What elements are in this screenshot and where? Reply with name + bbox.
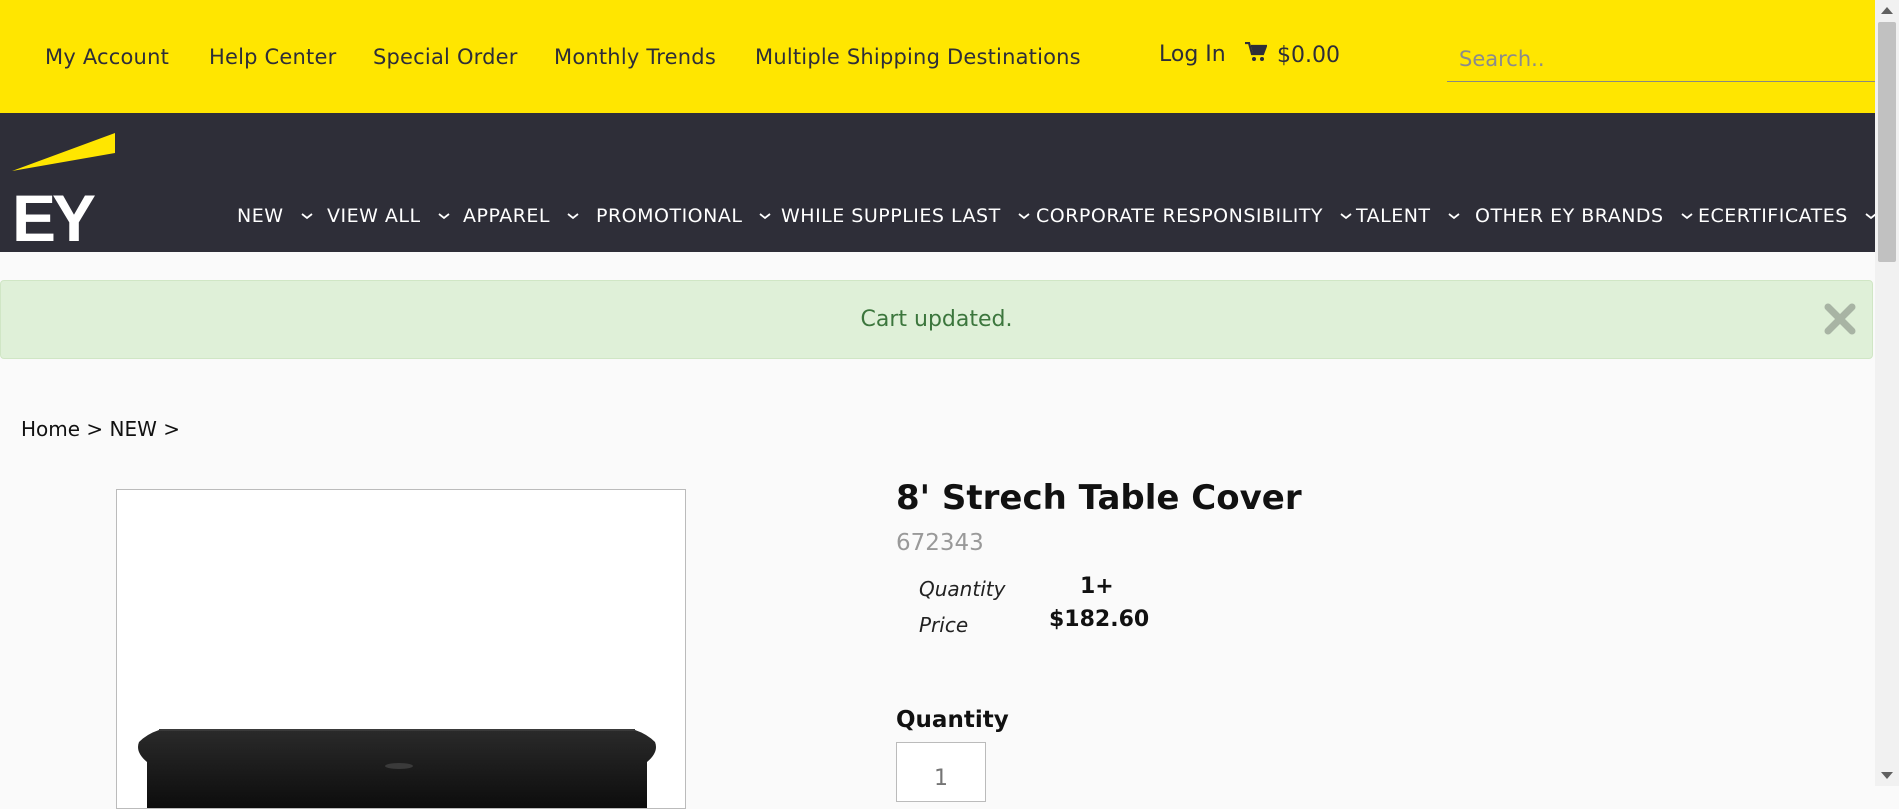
nav-item-new[interactable]: NEW bbox=[237, 205, 314, 227]
price-table-price-value: $182.60 bbox=[1049, 607, 1150, 632]
scroll-up-arrow-icon[interactable] bbox=[1881, 7, 1893, 14]
help-center-link[interactable]: Help Center bbox=[209, 45, 336, 69]
breadcrumb: Home > NEW > bbox=[21, 417, 180, 441]
table-cover-image bbox=[138, 729, 656, 808]
chevron-down-icon bbox=[759, 213, 771, 220]
special-order-link[interactable]: Special Order bbox=[373, 45, 518, 69]
nav-item-label: VIEW ALL bbox=[327, 205, 421, 227]
breadcrumb-category[interactable]: NEW bbox=[110, 417, 157, 441]
nav-item-while-supplies-last[interactable]: WHILE SUPPLIES LAST bbox=[781, 205, 1031, 227]
nav-item-talent[interactable]: TALENT bbox=[1356, 205, 1461, 227]
cart-total: $0.00 bbox=[1277, 42, 1340, 68]
ey-logo[interactable]: EY bbox=[12, 133, 117, 243]
scroll-down-arrow-icon[interactable] bbox=[1881, 772, 1893, 779]
chevron-down-icon bbox=[1447, 213, 1460, 220]
nav-item-label: WHILE SUPPLIES LAST bbox=[781, 205, 1001, 227]
chevron-down-icon bbox=[1340, 213, 1352, 220]
nav-item-apparel[interactable]: APPAREL bbox=[463, 205, 580, 227]
nav-item-label: NEW bbox=[237, 205, 284, 227]
nav-item-label: OTHER EY BRANDS bbox=[1475, 205, 1664, 227]
nav-item-view-all[interactable]: VIEW ALL bbox=[327, 205, 451, 227]
multiple-shipping-link[interactable]: Multiple Shipping Destinations bbox=[755, 45, 1081, 69]
price-table-price-label: Price bbox=[919, 613, 969, 637]
nav-item-promotional[interactable]: PROMOTIONAL bbox=[596, 205, 772, 227]
nav-item-corporate-responsibility[interactable]: CORPORATE RESPONSIBILITY bbox=[1036, 205, 1353, 227]
nav-item-other-ey-brands[interactable]: OTHER EY BRANDS bbox=[1475, 205, 1694, 227]
main-nav: EY NEW VIEW ALL APPAREL PROMOTIONAL WHIL… bbox=[0, 113, 1878, 252]
product-image[interactable] bbox=[116, 489, 686, 809]
quantity-input[interactable] bbox=[896, 742, 986, 802]
chevron-down-icon bbox=[1018, 213, 1030, 220]
monthly-trends-link[interactable]: Monthly Trends bbox=[554, 45, 716, 69]
logo-text: EY bbox=[12, 181, 95, 243]
utility-bar: My Account Help Center Special Order Mon… bbox=[0, 0, 1875, 113]
scrollbar-thumb[interactable] bbox=[1878, 22, 1896, 262]
close-icon[interactable] bbox=[1822, 301, 1858, 337]
breadcrumb-separator: > bbox=[163, 417, 181, 441]
product-title: 8' Strech Table Cover bbox=[896, 478, 1302, 518]
nav-item-label: TALENT bbox=[1356, 205, 1431, 227]
product-sku: 672343 bbox=[896, 530, 984, 556]
nav-item-ecertificates[interactable]: ECERTIFICATES bbox=[1698, 205, 1878, 227]
chevron-down-icon bbox=[1681, 213, 1693, 220]
cart-icon bbox=[1245, 41, 1268, 68]
chevron-down-icon bbox=[438, 213, 450, 220]
cart-updated-alert: Cart updated. bbox=[0, 280, 1873, 359]
nav-item-label: ECERTIFICATES bbox=[1698, 205, 1848, 227]
search-input[interactable] bbox=[1447, 36, 1875, 82]
cart-link[interactable]: $0.00 bbox=[1245, 41, 1340, 68]
alert-message: Cart updated. bbox=[860, 307, 1013, 332]
chevron-down-icon bbox=[300, 213, 313, 220]
nav-item-label: PROMOTIONAL bbox=[596, 205, 743, 227]
quantity-label: Quantity bbox=[896, 707, 1009, 733]
page-scrollbar[interactable] bbox=[1875, 0, 1899, 786]
nav-item-label: APPAREL bbox=[463, 205, 550, 227]
login-link[interactable]: Log In bbox=[1159, 42, 1226, 67]
nav-item-label: CORPORATE RESPONSIBILITY bbox=[1036, 205, 1324, 227]
breadcrumb-separator: > bbox=[86, 417, 104, 441]
price-table-quantity-value: 1+ bbox=[1080, 574, 1114, 599]
price-table-quantity-label: Quantity bbox=[919, 577, 1006, 601]
my-account-link[interactable]: My Account bbox=[45, 45, 169, 69]
breadcrumb-home[interactable]: Home bbox=[21, 417, 80, 441]
chevron-down-icon bbox=[567, 213, 579, 220]
